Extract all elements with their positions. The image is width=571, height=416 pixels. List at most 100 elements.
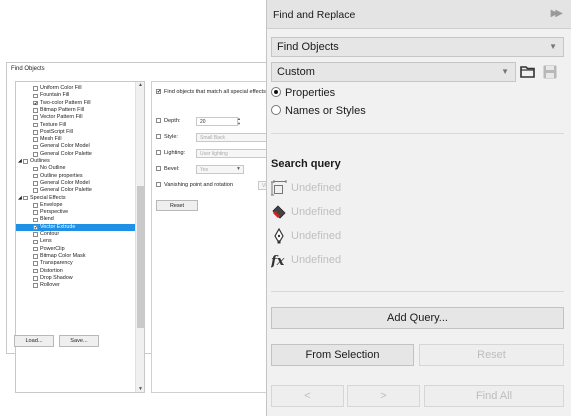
preset-dropdown[interactable]: Custom ▼ [271, 62, 516, 82]
tree-item[interactable]: ◢ Outlines [16, 158, 136, 165]
from-selection-button[interactable]: From Selection [271, 344, 414, 366]
tree-item[interactable]: Texture Fill [16, 122, 136, 129]
lighting-row[interactable]: Lighting: [156, 150, 185, 156]
tree-item-label: General Color Palette [40, 150, 92, 157]
tree-item-checkbox[interactable] [33, 108, 38, 113]
tree-item[interactable]: Vector Pattern Fill [16, 114, 136, 121]
tree-item[interactable]: General Color Model [16, 143, 136, 150]
tree-item[interactable]: General Color Palette [16, 151, 136, 158]
expand-toggle-icon[interactable]: ◢ [18, 195, 22, 202]
tree-item[interactable]: Fountain Fill [16, 92, 136, 99]
depth-input[interactable]: 20 [196, 117, 238, 126]
tree-item[interactable]: Envelope [16, 202, 136, 209]
next-button[interactable]: > [347, 385, 420, 407]
tree-scrollbar[interactable]: ▲ ▼ [135, 82, 144, 392]
bevel-checkbox[interactable] [156, 166, 161, 172]
load-button[interactable]: Load... [14, 335, 54, 347]
tree-item-checkbox[interactable] [33, 217, 38, 223]
tree-item-checkbox[interactable] [23, 159, 28, 164]
tree-item-checkbox[interactable] [33, 268, 38, 274]
lighting-checkbox[interactable] [156, 150, 161, 156]
lighting-dropdown[interactable]: User lighting [196, 149, 274, 158]
tree-item-checkbox[interactable] [33, 137, 38, 142]
names-styles-radio[interactable]: Names or Styles [271, 104, 366, 118]
depth-checkbox[interactable] [156, 118, 161, 124]
tree-item-checkbox[interactable] [33, 232, 38, 237]
find-all-button[interactable]: Find All [424, 385, 564, 407]
tree-item-checkbox[interactable] [33, 122, 38, 128]
tree-item-checkbox[interactable] [33, 203, 38, 208]
style-dropdown[interactable]: Small Back [196, 133, 274, 142]
depth-row[interactable]: Depth: [156, 118, 180, 124]
radio-selected[interactable] [271, 87, 281, 97]
tree-item-checkbox[interactable] [33, 239, 38, 245]
tree-item-label: General Color Model [40, 179, 90, 186]
open-folder-icon[interactable] [520, 64, 536, 80]
tree-item[interactable]: ✔ Vector Extrude [16, 223, 136, 231]
tree-item-checkbox[interactable] [33, 261, 38, 267]
match-all-checkbox[interactable]: ✔ [156, 89, 161, 95]
tree-item-checkbox[interactable] [33, 181, 38, 186]
tree-item-label: Vector Extrude [40, 223, 76, 230]
tree-item-checkbox[interactable] [33, 93, 38, 99]
tree-item-checkbox[interactable] [23, 195, 28, 201]
tree-item-checkbox[interactable] [33, 254, 38, 259]
tree-item[interactable]: Transparency [16, 260, 136, 267]
tree-item-label: Bitmap Color Mask [40, 252, 86, 259]
tree-item-checkbox[interactable] [33, 173, 38, 179]
scroll-down-arrow-icon[interactable]: ▼ [136, 386, 144, 392]
tree-item[interactable]: No Outline [16, 165, 136, 172]
tree-item[interactable]: Lens [16, 238, 136, 245]
tree-item[interactable]: General Color Palette [16, 187, 136, 194]
tree-item-checkbox[interactable] [33, 144, 38, 150]
tree-item[interactable]: ✔ Two-color Pattern Fill [16, 100, 136, 107]
collapse-docker-icon[interactable]: ▶▶ [551, 8, 564, 19]
tree-item[interactable]: Bitmap Pattern Fill [16, 107, 136, 114]
tree-item[interactable]: Contour [16, 231, 136, 238]
tree-item-checkbox[interactable] [33, 276, 38, 281]
properties-radio[interactable]: Properties [271, 86, 335, 100]
vanishing-row[interactable]: Vanishing point and rotation [156, 182, 233, 188]
tree-item[interactable]: General Color Model [16, 180, 136, 187]
match-all-row[interactable]: ✔ Find objects that match all special eff… [156, 89, 266, 95]
tree-item-checkbox[interactable] [33, 130, 38, 135]
scroll-up-arrow-icon[interactable]: ▲ [136, 82, 144, 88]
tree-item[interactable]: Drop Shadow [16, 275, 136, 282]
add-query-button[interactable]: Add Query... [271, 307, 564, 329]
expand-toggle-icon[interactable]: ◢ [18, 158, 22, 165]
tree-item-checkbox[interactable] [33, 151, 38, 157]
tree-item[interactable]: Blend [16, 216, 136, 223]
previous-button[interactable]: < [271, 385, 344, 407]
tree-item-checkbox[interactable] [33, 166, 38, 172]
tree-item[interactable]: Distortion [16, 268, 136, 275]
tree-item-checkbox[interactable]: ✔ [33, 100, 38, 106]
tree-item[interactable]: Mesh Fill [16, 136, 136, 143]
tree-item[interactable]: ◢ Special Effects [16, 195, 136, 202]
save-button[interactable]: Save... [59, 335, 99, 347]
tree-item-checkbox[interactable] [33, 115, 38, 121]
tree-item-checkbox[interactable] [33, 86, 38, 91]
tree-item[interactable]: Perspective [16, 209, 136, 216]
criteria-reset-button[interactable]: Reset [156, 200, 198, 211]
tree-item[interactable]: PostScript Fill [16, 129, 136, 136]
tree-item-checkbox[interactable] [33, 210, 38, 215]
tree-item-checkbox[interactable] [33, 246, 38, 252]
bevel-row[interactable]: Bevel: [156, 166, 180, 172]
save-disk-icon[interactable] [542, 64, 558, 80]
tree-item-checkbox[interactable] [33, 283, 38, 288]
tree-item[interactable]: PowerClip [16, 246, 136, 253]
radio-unselected[interactable] [271, 105, 281, 115]
vanishing-checkbox[interactable] [156, 182, 161, 188]
scroll-thumb[interactable] [137, 186, 144, 328]
reset-button[interactable]: Reset [419, 344, 564, 366]
mode-dropdown[interactable]: Find Objects ▼ [271, 37, 564, 57]
tree-item[interactable]: Rollover [16, 282, 136, 289]
style-checkbox[interactable] [156, 134, 161, 140]
depth-spinner-icon[interactable]: ▲ ▼ [237, 116, 241, 126]
tree-item-checkbox[interactable]: ✔ [33, 224, 38, 230]
style-row[interactable]: Style: [156, 134, 178, 140]
tree-item[interactable]: Uniform Color Fill [16, 85, 136, 92]
tree-item-checkbox[interactable] [33, 188, 38, 194]
tree-item[interactable]: Bitmap Color Mask [16, 253, 136, 260]
tree-item[interactable]: Outline properties [16, 173, 136, 180]
